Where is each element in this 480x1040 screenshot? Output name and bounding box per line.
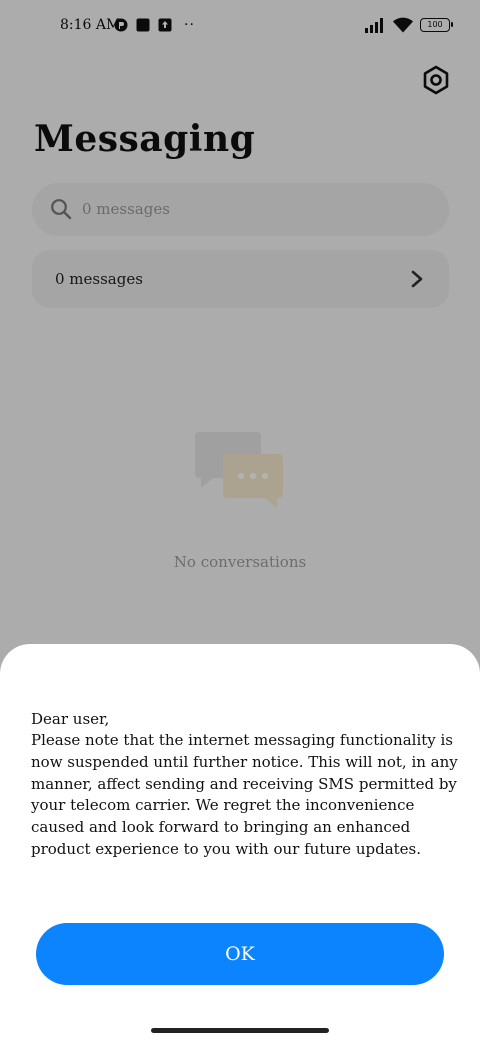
ok-button[interactable]: OK — [36, 923, 444, 985]
dialog-message: Please note that the internet messaging … — [31, 731, 458, 858]
notice-dialog: Dear user, Please note that the internet… — [0, 644, 480, 1040]
home-indicator[interactable] — [151, 1028, 329, 1033]
dialog-greeting: Dear user, — [31, 710, 110, 728]
